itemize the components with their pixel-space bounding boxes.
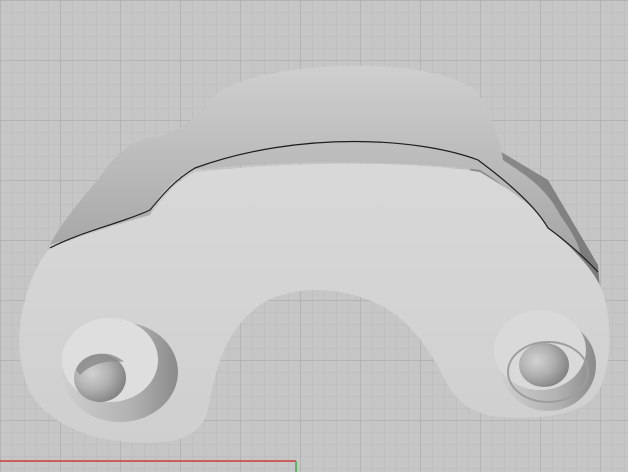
right-boss-hole (519, 343, 569, 387)
3d-viewport[interactable] (0, 0, 628, 472)
viewport-canvas[interactable] (0, 0, 628, 472)
